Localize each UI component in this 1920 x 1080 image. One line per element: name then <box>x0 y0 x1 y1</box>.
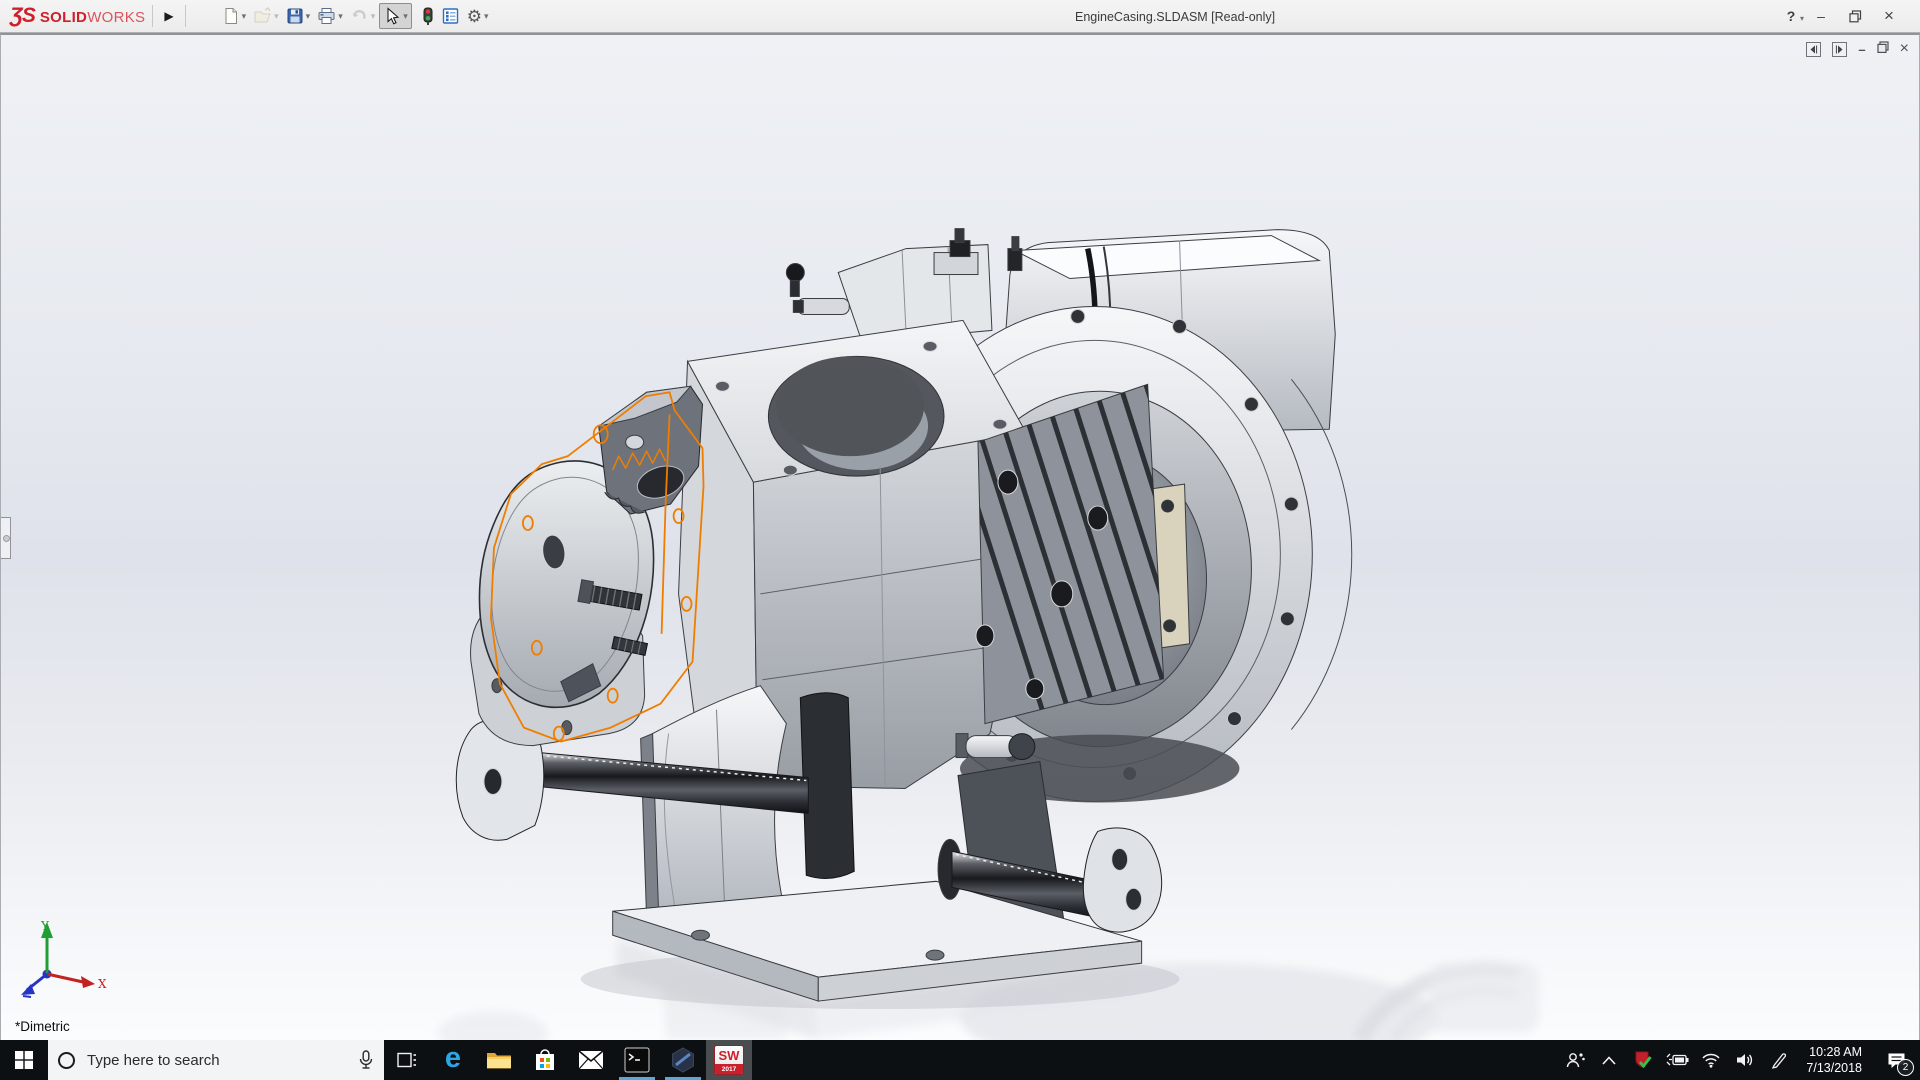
taskbar-item-mail[interactable] <box>568 1040 614 1080</box>
hexagon-app-icon <box>670 1047 696 1073</box>
dropdown-arrow-icon[interactable]: ▾ <box>338 11 343 22</box>
microphone-icon[interactable] <box>358 1050 374 1070</box>
traffic-light-icon <box>422 7 434 26</box>
front-pin[interactable] <box>956 734 1035 760</box>
menu-expand-arrow-icon[interactable]: ▶ <box>160 7 177 25</box>
graphics-viewport[interactable]: , <box>0 33 1920 1040</box>
engine-casing-model[interactable]: , <box>1 35 1919 1040</box>
triad-x-label: X <box>98 977 107 991</box>
new-document-button[interactable]: ▾ <box>219 3 250 29</box>
doc-restore-icon <box>1877 41 1889 53</box>
collapse-right-button[interactable] <box>1832 42 1847 57</box>
cortana-icon <box>58 1052 75 1069</box>
title-bar: ƷS SOLID WORKS ▶ ▾ ▾ <box>0 0 1920 33</box>
wifi-icon[interactable] <box>1698 1040 1724 1080</box>
power-battery-icon[interactable] <box>1664 1040 1690 1080</box>
select-cursor-icon <box>383 7 401 26</box>
close-button[interactable]: × <box>1872 3 1906 29</box>
doc-minimize-button[interactable]: – <box>1858 43 1865 56</box>
dropdown-arrow-icon[interactable]: ▾ <box>484 11 489 22</box>
taskbar-apps: e <box>384 1040 752 1080</box>
edge-icon: e <box>445 1044 461 1073</box>
arrow-left-box-icon <box>1807 43 1820 56</box>
task-view-icon <box>397 1051 417 1069</box>
taskbar-clock[interactable]: 10:28 AM 7/13/2018 <box>1800 1044 1868 1077</box>
system-tray: 10:28 AM 7/13/2018 2 <box>1562 1040 1920 1080</box>
dropdown-arrow-icon[interactable]: ▾ <box>403 11 408 22</box>
search-input[interactable] <box>87 1052 358 1069</box>
dropdown-arrow-icon[interactable]: ▾ <box>306 11 311 22</box>
solidworks-monitor-icon[interactable] <box>1630 1040 1656 1080</box>
new-document-icon <box>222 7 240 25</box>
taskbar-item-file-explorer[interactable] <box>476 1040 522 1080</box>
view-orientation-label: *Dimetric <box>15 1019 70 1034</box>
solidworks-icon-label: SW <box>715 1046 743 1064</box>
dropdown-arrow-icon: ▾ <box>371 11 376 22</box>
file-properties-icon <box>441 7 460 25</box>
doc-restore-button[interactable] <box>1877 40 1889 58</box>
print-button[interactable]: ▾ <box>314 3 346 29</box>
doc-close-button[interactable]: × <box>1900 41 1909 57</box>
open-document-button[interactable]: ▾ <box>250 3 282 29</box>
open-folder-icon <box>253 7 272 25</box>
windows-taskbar: e <box>0 1040 1920 1080</box>
taskbar-item-store[interactable] <box>522 1040 568 1080</box>
divider <box>152 5 153 27</box>
rebuild-button[interactable] <box>419 3 437 29</box>
taskbar-item-solidworks[interactable]: SW 2017 <box>706 1040 752 1080</box>
options-button[interactable]: ⚙ ▾ <box>464 3 492 29</box>
quick-access-toolbar: ▾ ▾ ▾ ▾ <box>219 3 492 29</box>
print-icon <box>317 7 336 25</box>
undo-button[interactable]: ▾ <box>347 3 379 29</box>
gear-icon: ⚙ <box>467 8 482 25</box>
ds-logo-icon: ƷS <box>10 4 35 28</box>
task-view-button[interactable] <box>384 1040 430 1080</box>
solidworks-window: { "app": { "brand": { "logo_glyph": "ƷS"… <box>0 0 1920 1080</box>
mail-icon <box>578 1050 604 1070</box>
start-button[interactable] <box>0 1040 48 1080</box>
store-icon <box>533 1048 557 1072</box>
minimize-button[interactable]: – <box>1804 3 1838 29</box>
feature-manager-collapsed-tab[interactable] <box>1 517 11 559</box>
undo-arrow-icon <box>350 7 369 25</box>
save-floppy-icon <box>286 7 304 25</box>
restore-button[interactable] <box>1838 3 1872 29</box>
divider <box>185 5 186 27</box>
clock-time: 10:28 AM <box>1806 1044 1862 1060</box>
window-controls: ? ▾ – × <box>1774 3 1920 29</box>
solidworks-app-icon: SW 2017 <box>714 1045 744 1075</box>
dropdown-arrow-icon: ▾ <box>274 11 279 22</box>
people-icon[interactable] <box>1562 1040 1588 1080</box>
triad-y-label: Y <box>40 919 50 933</box>
notification-badge: 2 <box>1897 1059 1914 1076</box>
taskbar-item-hexagon-app[interactable] <box>660 1040 706 1080</box>
save-button[interactable]: ▾ <box>283 3 314 29</box>
assembly[interactable]: , <box>456 229 1351 1009</box>
restore-icon <box>1849 10 1862 23</box>
solidworks-icon-year: 2017 <box>715 1064 743 1074</box>
pen-icon[interactable] <box>1766 1040 1792 1080</box>
reference-triad: Y X <box>7 916 107 1002</box>
collapse-left-button[interactable] <box>1806 42 1821 57</box>
file-explorer-icon <box>486 1049 512 1071</box>
arrow-right-box-icon <box>1833 43 1846 56</box>
file-properties-button[interactable] <box>438 3 463 29</box>
taskbar-item-command-prompt[interactable] <box>614 1040 660 1080</box>
command-prompt-icon <box>624 1047 650 1073</box>
volume-icon[interactable] <box>1732 1040 1758 1080</box>
taskbar-search[interactable] <box>48 1040 384 1080</box>
brand-works: WORKS <box>87 9 145 26</box>
document-window-controls: – × <box>1806 40 1909 58</box>
taskbar-item-edge[interactable]: e <box>430 1040 476 1080</box>
select-tool-button[interactable]: ▾ <box>379 3 412 29</box>
hidden-icons-chevron-icon[interactable] <box>1596 1040 1622 1080</box>
action-center-button[interactable]: 2 <box>1876 1040 1916 1080</box>
window-title: EngineCasing.SLDASM [Read-only] <box>1075 0 1275 33</box>
solidworks-logo: ƷS SOLID WORKS <box>10 4 145 28</box>
dropdown-arrow-icon[interactable]: ▾ <box>242 11 247 22</box>
clock-date: 7/13/2018 <box>1806 1060 1862 1076</box>
windows-logo-icon <box>15 1051 33 1069</box>
brand-solid: SOLID <box>40 9 87 26</box>
